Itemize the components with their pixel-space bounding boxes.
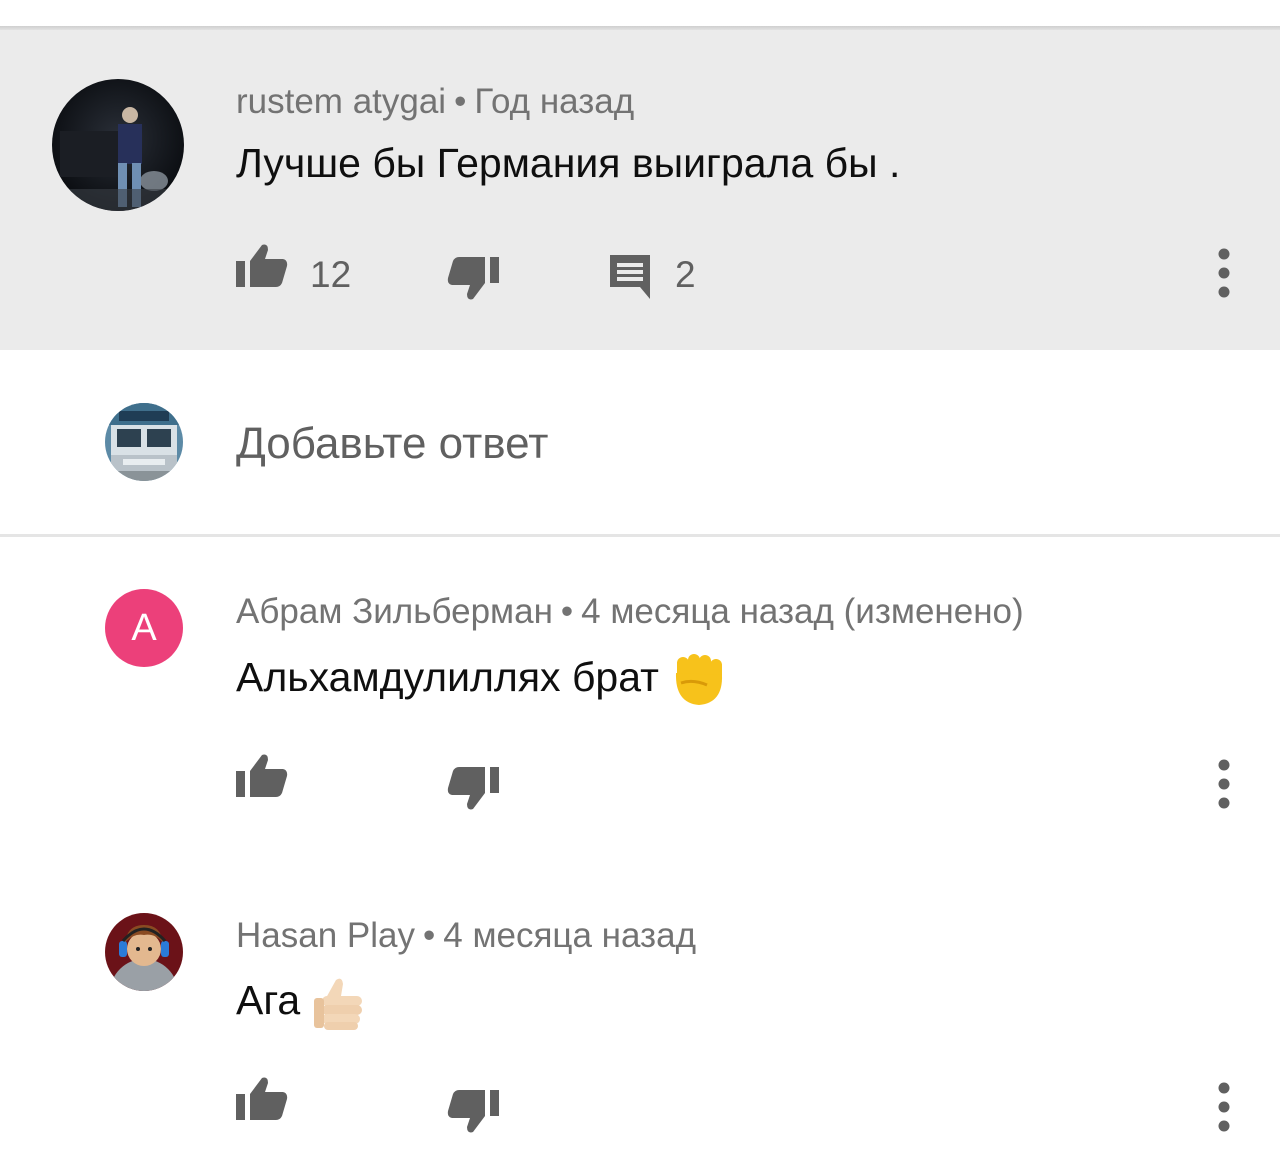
comments-page: rustem atygai • Год назад Лучше бы Германи… bbox=[0, 0, 1280, 1150]
parent-comment-meta: rustem atygai • Год назад bbox=[236, 82, 634, 122]
divider bbox=[0, 534, 1280, 537]
parent-comment-time: Год назад bbox=[474, 82, 635, 121]
reply-2-meta: Hasan Play • 4 месяца назад bbox=[236, 916, 696, 956]
reply-1-author[interactable]: Абрам Зильберман bbox=[236, 592, 553, 631]
user-photo-image bbox=[105, 403, 183, 481]
reply-1-text-row: Альхамдулиллях брат bbox=[236, 653, 725, 707]
avatar-photo-image bbox=[105, 913, 183, 991]
meta-separator: • bbox=[560, 592, 574, 631]
raised-fist-emoji bbox=[675, 654, 722, 705]
like-count: 12 bbox=[310, 254, 352, 295]
reply-2-text-row: Ага bbox=[236, 976, 366, 1030]
reply-icon[interactable] bbox=[607, 253, 653, 299]
add-reply-row bbox=[0, 350, 1280, 534]
reply-1-time: 4 месяца назад (изменено) bbox=[581, 592, 1024, 631]
reply-2-text: Ага bbox=[236, 976, 301, 1023]
dislike-icon[interactable] bbox=[447, 765, 499, 811]
reply-count: 2 bbox=[675, 254, 696, 295]
parent-comment-author[interactable]: rustem atygai bbox=[236, 82, 446, 121]
thumbs-up-emoji bbox=[314, 978, 363, 1030]
meta-separator: • bbox=[422, 916, 436, 955]
more-options-icon[interactable] bbox=[1217, 248, 1231, 298]
more-options-icon[interactable] bbox=[1217, 1082, 1231, 1132]
top-bar bbox=[0, 0, 1280, 26]
reply-2-author[interactable]: Hasan Play bbox=[236, 916, 415, 955]
reply-2-time: 4 месяца назад bbox=[443, 916, 696, 955]
meta-separator: • bbox=[454, 82, 467, 121]
dislike-icon[interactable] bbox=[447, 255, 499, 301]
parent-comment bbox=[0, 30, 1280, 350]
add-reply-input[interactable]: Добавьте ответ bbox=[236, 419, 548, 469]
reply-1-avatar[interactable]: А bbox=[105, 589, 183, 667]
like-icon[interactable] bbox=[236, 243, 288, 289]
dislike-icon[interactable] bbox=[447, 1088, 499, 1134]
avatar-photo-image bbox=[52, 79, 184, 211]
parent-comment-text: Лучше бы Германия выиграла бы . bbox=[236, 140, 901, 186]
more-options-icon[interactable] bbox=[1217, 759, 1231, 809]
like-icon[interactable] bbox=[236, 1076, 288, 1122]
reply-1-text: Альхамдулиллях брат bbox=[236, 653, 659, 700]
current-user-avatar bbox=[105, 403, 183, 481]
like-icon[interactable] bbox=[236, 753, 288, 799]
parent-comment-avatar[interactable] bbox=[52, 79, 184, 211]
reply-1-meta: Абрам Зильберман • 4 месяца назад (изменен… bbox=[236, 592, 1024, 632]
reply-2-avatar[interactable] bbox=[105, 913, 183, 991]
